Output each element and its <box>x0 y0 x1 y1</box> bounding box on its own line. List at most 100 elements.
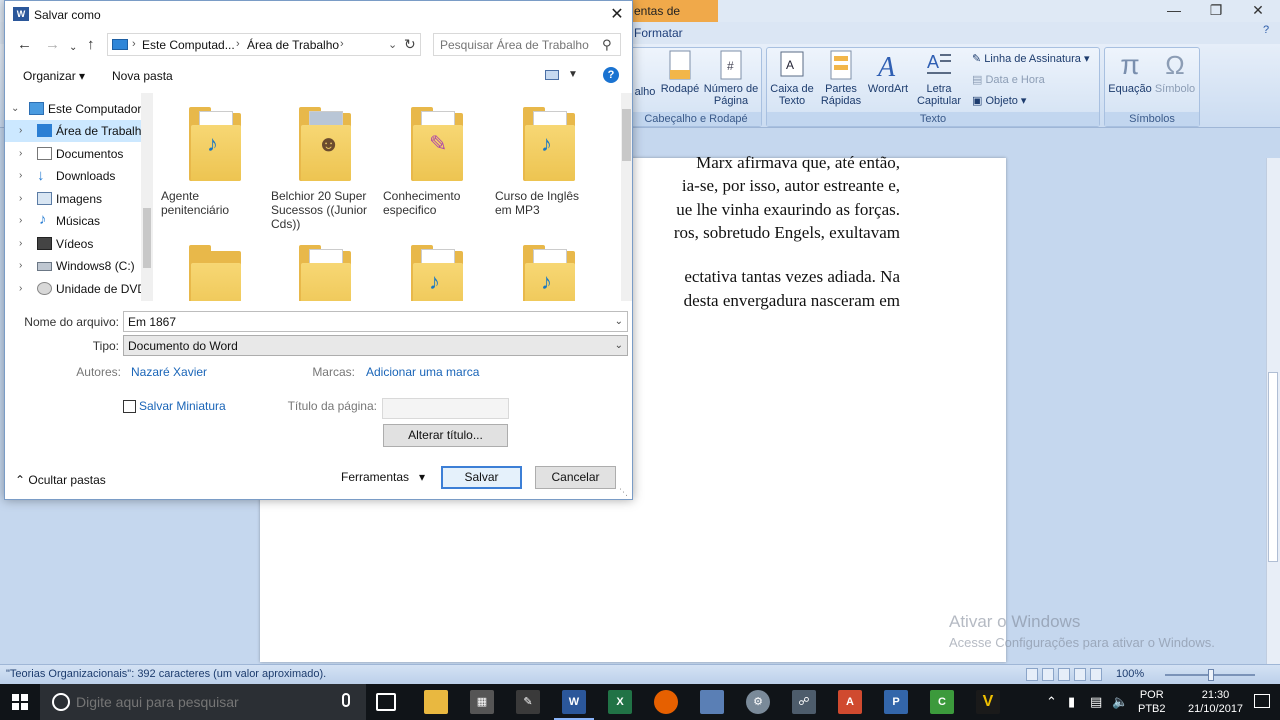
taskbar-search-box[interactable] <box>40 684 366 720</box>
navigation-pane-scrollbar[interactable] <box>141 93 153 301</box>
view-draft-icon[interactable] <box>1090 668 1102 681</box>
task-view-icon[interactable] <box>376 693 396 711</box>
salvar-miniatura-label[interactable]: Salvar Miniatura <box>139 399 226 413</box>
tree-item-area-de-trabalho[interactable]: › Área de Trabalho <box>5 120 148 142</box>
view-web-icon[interactable] <box>1058 668 1070 681</box>
breadcrumb-separator-icon[interactable]: › <box>132 38 136 50</box>
document-scrollbar-thumb[interactable] <box>1268 372 1278 562</box>
folder-item[interactable]: ♪ Curso de Inglês em MP3 <box>491 107 597 217</box>
change-view-icon[interactable] <box>545 70 559 80</box>
close-window-button[interactable]: ✕ <box>1238 0 1278 22</box>
partes-rapidas-button[interactable]: Partes Rápidas <box>816 50 866 107</box>
resize-grip-icon[interactable]: ⋱ <box>619 487 628 498</box>
data-hora-button[interactable]: ▤ Data e Hora <box>972 73 1045 86</box>
refresh-icon[interactable]: ↻ <box>404 36 416 53</box>
excel-taskbar-icon[interactable]: X <box>608 690 632 714</box>
expand-chevron-right-icon[interactable]: › <box>19 283 22 294</box>
volume-icon[interactable]: 🔈 <box>1112 694 1128 710</box>
network-icon[interactable]: ▤ <box>1090 694 1102 710</box>
tree-item-downloads[interactable]: › ↓ Downloads <box>5 165 141 187</box>
objeto-button[interactable]: ▣ Objeto ▾ <box>972 94 1026 107</box>
autores-value[interactable]: Nazaré Xavier <box>131 365 207 379</box>
expand-chevron-down-icon[interactable]: ⌄ <box>11 103 19 114</box>
close-icon[interactable]: ✕ <box>605 4 629 26</box>
cancelar-button[interactable]: Cancelar <box>535 466 616 489</box>
recent-locations-chevron-icon[interactable]: ⌄ <box>69 40 77 56</box>
address-bar[interactable]: › Este Computad... › Área de Trabalho › … <box>107 33 421 56</box>
back-arrow-icon[interactable]: ← <box>17 37 32 53</box>
taskbar-search-input[interactable] <box>76 693 326 711</box>
breadcrumb-este-computador[interactable]: Este Computad... <box>142 38 235 52</box>
camtasia-icon[interactable]: C <box>930 690 954 714</box>
expand-chevron-right-icon[interactable]: › <box>19 170 22 181</box>
folder-item[interactable] <box>267 245 373 301</box>
access-icon[interactable]: A <box>838 690 862 714</box>
folder-item[interactable]: ☻ Belchior 20 Super Sucessos ((Junior Cd… <box>267 107 373 231</box>
breadcrumb-separator-icon[interactable]: › <box>340 38 344 50</box>
file-list[interactable]: ♪ Agente penitenciário ☻ Belchior 20 Sup… <box>153 93 621 301</box>
up-arrow-icon[interactable]: ↑ <box>87 37 95 53</box>
minimize-button[interactable]: — <box>1154 0 1194 22</box>
tree-item-documentos[interactable]: › Documentos <box>5 143 141 165</box>
organizar-button[interactable]: Organizar ▾ <box>23 69 85 83</box>
view-outline-icon[interactable] <box>1074 668 1086 681</box>
vegas-icon[interactable]: V <box>976 690 1000 714</box>
tab-formatar[interactable]: Formatar <box>632 22 683 44</box>
expand-chevron-right-icon[interactable]: › <box>19 193 22 204</box>
nome-arquivo-field[interactable]: Em 1867 ⌄ <box>123 311 628 332</box>
view-full-screen-icon[interactable] <box>1042 668 1054 681</box>
file-list-scrollbar-thumb[interactable] <box>622 109 631 161</box>
chevron-up-icon[interactable]: ⌃ <box>1046 694 1057 710</box>
wordart-button[interactable]: A WordArt <box>866 50 910 95</box>
caixa-texto-button[interactable]: A Caixa de Texto <box>768 50 816 107</box>
folder-item[interactable]: ♪ <box>379 245 485 301</box>
calculator-icon[interactable]: ▦ <box>470 690 494 714</box>
maximize-icon[interactable]: ❐ <box>1196 0 1236 22</box>
search-icon[interactable]: ⚲ <box>602 37 612 53</box>
windows-start-icon[interactable] <box>12 694 28 710</box>
battery-icon[interactable]: ▮ <box>1068 694 1075 710</box>
expand-chevron-right-icon[interactable]: › <box>19 260 22 271</box>
network-app-icon[interactable]: ☍ <box>792 690 816 714</box>
address-dropdown-chevron-icon[interactable]: ⌄ <box>388 38 397 51</box>
microphone-icon[interactable] <box>342 693 350 707</box>
breadcrumb-area-de-trabalho[interactable]: Área de Trabalho <box>247 38 339 52</box>
numero-pagina-button[interactable]: # Número de Página <box>702 50 760 107</box>
tree-item-imagens[interactable]: › Imagens <box>5 188 141 210</box>
nova-pasta-button[interactable]: Nova pasta <box>112 69 173 83</box>
view-options-chevron-icon[interactable]: ▼ <box>568 69 578 80</box>
expand-chevron-right-icon[interactable]: › <box>19 125 22 136</box>
expand-chevron-right-icon[interactable]: › <box>19 148 22 159</box>
tree-item-windows8-c[interactable]: › Windows8 (C:) <box>5 255 141 277</box>
clock[interactable]: 21:30 21/10/2017 <box>1188 688 1243 716</box>
search-input[interactable] <box>440 37 600 53</box>
zoom-slider-thumb[interactable] <box>1208 669 1214 681</box>
tree-item-videos[interactable]: › Vídeos <box>5 233 141 255</box>
language-indicator[interactable]: POR PTB2 <box>1138 688 1166 716</box>
file-explorer-icon[interactable] <box>424 690 448 714</box>
ribbon-help-icon[interactable]: ? <box>1258 24 1274 40</box>
forward-arrow-icon[interactable]: → <box>45 37 60 53</box>
folder-item[interactable]: ♪ Agente penitenciário <box>157 107 263 217</box>
firefox-icon[interactable] <box>654 690 678 714</box>
breadcrumb-separator-icon[interactable]: › <box>236 38 240 50</box>
view-print-layout-icon[interactable] <box>1026 668 1038 681</box>
navigation-pane[interactable]: ⌄ Este Computador › Área de Trabalho › D… <box>5 93 153 301</box>
tree-item-unidade-dvd[interactable]: › Unidade de DVD <box>5 278 146 300</box>
settings-gear-icon[interactable]: ⚙ <box>746 690 770 714</box>
salvar-button[interactable]: Salvar <box>441 466 522 489</box>
letra-capitular-button[interactable]: A Letra Capitular <box>912 50 966 107</box>
folder-item[interactable]: ♪ <box>491 245 597 301</box>
cabecalho-button[interactable]: alho <box>632 86 658 98</box>
tree-item-musicas[interactable]: › ♪ Músicas <box>5 210 141 232</box>
equacao-button[interactable]: π Equação <box>1106 50 1154 96</box>
help-icon[interactable]: ? <box>603 67 619 83</box>
publisher-icon[interactable]: P <box>884 690 908 714</box>
alterar-titulo-button[interactable]: Alterar título... <box>383 424 508 447</box>
word-taskbar-icon[interactable]: W <box>554 690 594 720</box>
folder-item[interactable] <box>157 245 263 301</box>
expand-chevron-right-icon[interactable]: › <box>19 215 22 226</box>
tipo-select[interactable]: Documento do Word ⌄ <box>123 335 628 356</box>
paint-icon[interactable]: ✎ <box>516 690 540 714</box>
ferramentas-button[interactable]: Ferramentas ▾ <box>335 466 431 489</box>
